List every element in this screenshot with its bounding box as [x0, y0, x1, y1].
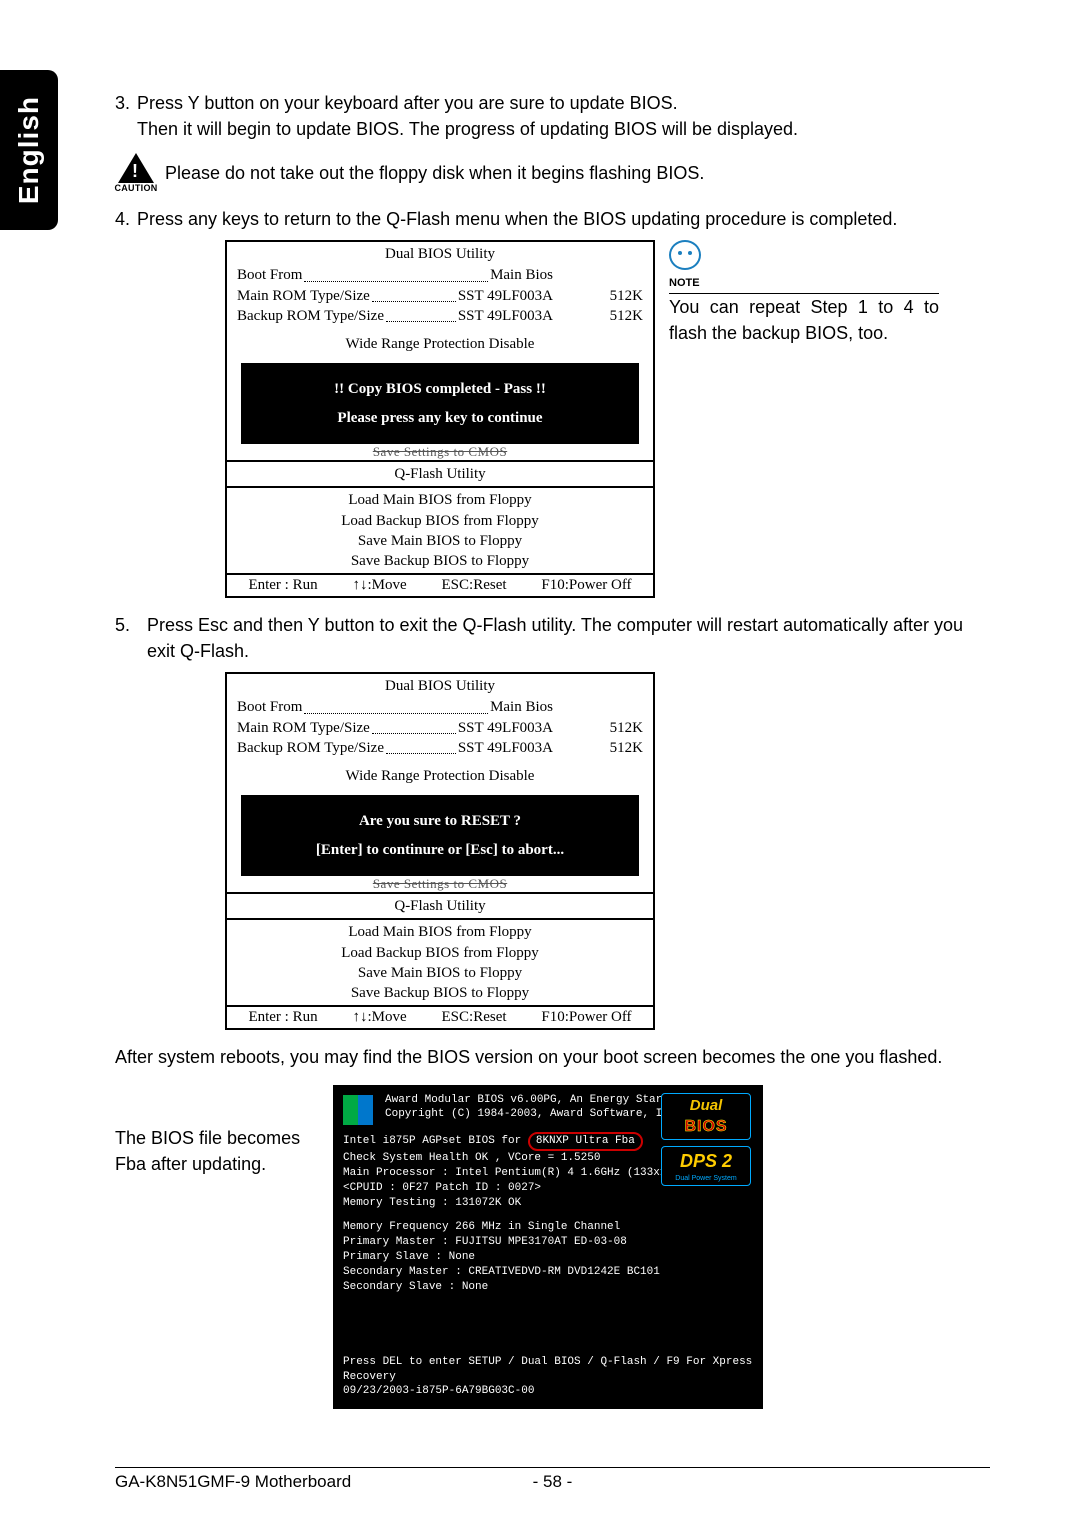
bios-screenshot-2-row: Dual BIOS Utility Boot FromMain Bios Mai… — [225, 672, 990, 1030]
bios-qflash-title: Q-Flash Utility — [227, 894, 653, 918]
bios-title: Dual BIOS Utility — [227, 674, 653, 697]
bios-dialog-line: [Enter] to continure or [Esc] to abort..… — [249, 836, 631, 865]
step-number: 3. — [115, 90, 137, 142]
footer-page-number: - 58 - — [513, 1472, 593, 1492]
boot-line: Primary Master : FUJITSU MPE3170AT ED-03… — [343, 1235, 753, 1250]
boot-logo-stack: Dual BIOS DPS 2 Dual Power System — [661, 1093, 751, 1187]
bios-dialog: !! Copy BIOS completed - Pass !! Please … — [241, 363, 639, 444]
bios-dialog-line: Please press any key to continue — [249, 404, 631, 433]
bios-key: ESC:Reset — [442, 1009, 507, 1026]
boot-line: Secondary Master : CREATIVEDVD-RM DVD124… — [343, 1265, 753, 1280]
caution-block: CAUTION Please do not take out the flopp… — [115, 150, 990, 196]
caution-icon: CAUTION — [115, 150, 157, 196]
bios-hidden-line: Save Settings to CMOS — [227, 876, 653, 892]
step-number: 4. — [115, 206, 137, 232]
step-5: 5. Press Esc and then Y button to exit t… — [115, 612, 990, 664]
bios-screenshot-1-row: Dual BIOS Utility Boot FromMain Bios Mai… — [225, 240, 990, 598]
boot-line: Memory Testing : 131072K OK — [343, 1196, 753, 1211]
bios-key: F10:Power Off — [541, 1009, 631, 1026]
boot-line: Press DEL to enter SETUP / Dual BIOS / Q… — [343, 1355, 753, 1385]
bios-version-callout: 8KNXP Ultra Fba — [528, 1132, 643, 1151]
epa-logo-icon — [343, 1095, 373, 1125]
post-boot-screen: Dual BIOS DPS 2 Dual Power System Award … — [333, 1085, 763, 1410]
step-4: 4. Press any keys to return to the Q-Fla… — [115, 206, 990, 232]
step-3: 3. Press Y button on your keyboard after… — [115, 90, 990, 142]
dps-logo: DPS 2 Dual Power System — [661, 1146, 751, 1186]
bios-menu-item: Save Backup BIOS to Floppy — [227, 983, 653, 1003]
boot-drive-block: Memory Frequency 266 MHz in Single Chann… — [343, 1220, 753, 1294]
bios-title: Dual BIOS Utility — [227, 242, 653, 265]
dps-logo-text: DPS 2 — [666, 1149, 746, 1173]
dual-bios-logo-line2: BIOS — [666, 1116, 746, 1138]
dual-bios-logo: Dual BIOS — [661, 1093, 751, 1141]
caution-text: Please do not take out the floppy disk w… — [165, 163, 704, 184]
bios-menu-item: Save Backup BIOS to Floppy — [227, 551, 653, 571]
bios-menu: Load Main BIOS from Floppy Load Backup B… — [227, 488, 653, 573]
bios-hidden-line: Save Settings to CMOS — [227, 444, 653, 460]
dps-logo-sub: Dual Power System — [666, 1174, 746, 1183]
dual-bios-logo-line1: Dual — [666, 1096, 746, 1116]
boot-footer: Press DEL to enter SETUP / Dual BIOS / Q… — [343, 1355, 753, 1400]
step-text: Press Y button on your keyboard after yo… — [137, 90, 990, 116]
bios-utility-screenshot-2: Dual BIOS Utility Boot FromMain Bios Mai… — [225, 672, 655, 1030]
bios-wide-range: Wide Range Protection Disable — [227, 764, 653, 789]
bios-key: ↑↓:Move — [352, 577, 406, 594]
footer-model: GA-K8N51GMF-9 Motherboard — [115, 1472, 513, 1492]
boot-line: Primary Slave : None — [343, 1250, 753, 1265]
bios-key: Enter : Run — [248, 577, 317, 594]
bios-utility-screenshot-1: Dual BIOS Utility Boot FromMain Bios Mai… — [225, 240, 655, 598]
bios-key: ESC:Reset — [442, 577, 507, 594]
boot-caption: The BIOS file becomes Fba after updating… — [115, 1085, 315, 1177]
language-tab-label: English — [13, 96, 45, 204]
boot-line: 09/23/2003-i875P-6A79BG03C-00 — [343, 1384, 753, 1399]
bios-menu-item: Load Backup BIOS from Floppy — [227, 511, 653, 531]
bios-dialog-line: Are you sure to RESET ? — [249, 807, 631, 836]
bios-menu-item: Load Main BIOS from Floppy — [227, 922, 653, 942]
step-body: Press Y button on your keyboard after yo… — [137, 90, 990, 142]
bios-dialog: Are you sure to RESET ? [Enter] to conti… — [241, 795, 639, 876]
step-number: 5. — [115, 612, 147, 664]
bios-qflash-title: Q-Flash Utility — [227, 462, 653, 486]
bios-key: F10:Power Off — [541, 577, 631, 594]
bios-key: Enter : Run — [248, 1009, 317, 1026]
bios-wide-range: Wide Range Protection Disable — [227, 332, 653, 357]
boot-line: Secondary Slave : None — [343, 1280, 753, 1295]
boot-line: Memory Frequency 266 MHz in Single Chann… — [343, 1220, 753, 1235]
bios-menu-item: Load Main BIOS from Floppy — [227, 490, 653, 510]
boot-text: Intel i875P AGPset BIOS for — [343, 1135, 521, 1147]
step-text: Press any keys to return to the Q-Flash … — [137, 206, 990, 232]
after-reboot-text: After system reboots, you may find the B… — [115, 1044, 990, 1070]
bios-menu-item: Save Main BIOS to Floppy — [227, 531, 653, 551]
bios-menu-item: Save Main BIOS to Floppy — [227, 963, 653, 983]
bios-key: ↑↓:Move — [352, 1009, 406, 1026]
page-footer: GA-K8N51GMF-9 Motherboard - 58 - — [115, 1467, 990, 1492]
boot-screen-row: The BIOS file becomes Fba after updating… — [115, 1085, 990, 1410]
note-label: NOTE — [669, 276, 939, 294]
bios-menu: Load Main BIOS from Floppy Load Backup B… — [227, 920, 653, 1005]
note-sidebar: NOTE You can repeat Step 1 to 4 to flash… — [669, 240, 939, 346]
language-tab: English — [0, 70, 58, 230]
step-text: Press Esc and then Y button to exit the … — [147, 612, 990, 664]
note-icon — [669, 240, 939, 270]
bios-key-hints: Enter : Run ↑↓:Move ESC:Reset F10:Power … — [227, 1005, 653, 1028]
bios-key-hints: Enter : Run ↑↓:Move ESC:Reset F10:Power … — [227, 573, 653, 596]
warning-triangle-icon — [118, 153, 154, 183]
step-text: Then it will begin to update BIOS. The p… — [137, 116, 990, 142]
smiley-icon — [669, 240, 701, 270]
bios-menu-item: Load Backup BIOS from Floppy — [227, 943, 653, 963]
page-content: 3. Press Y button on your keyboard after… — [115, 90, 990, 1409]
note-text: You can repeat Step 1 to 4 to flash the … — [669, 294, 939, 346]
caution-label: CAUTION — [114, 183, 157, 193]
bios-dialog-line: !! Copy BIOS completed - Pass !! — [249, 375, 631, 404]
